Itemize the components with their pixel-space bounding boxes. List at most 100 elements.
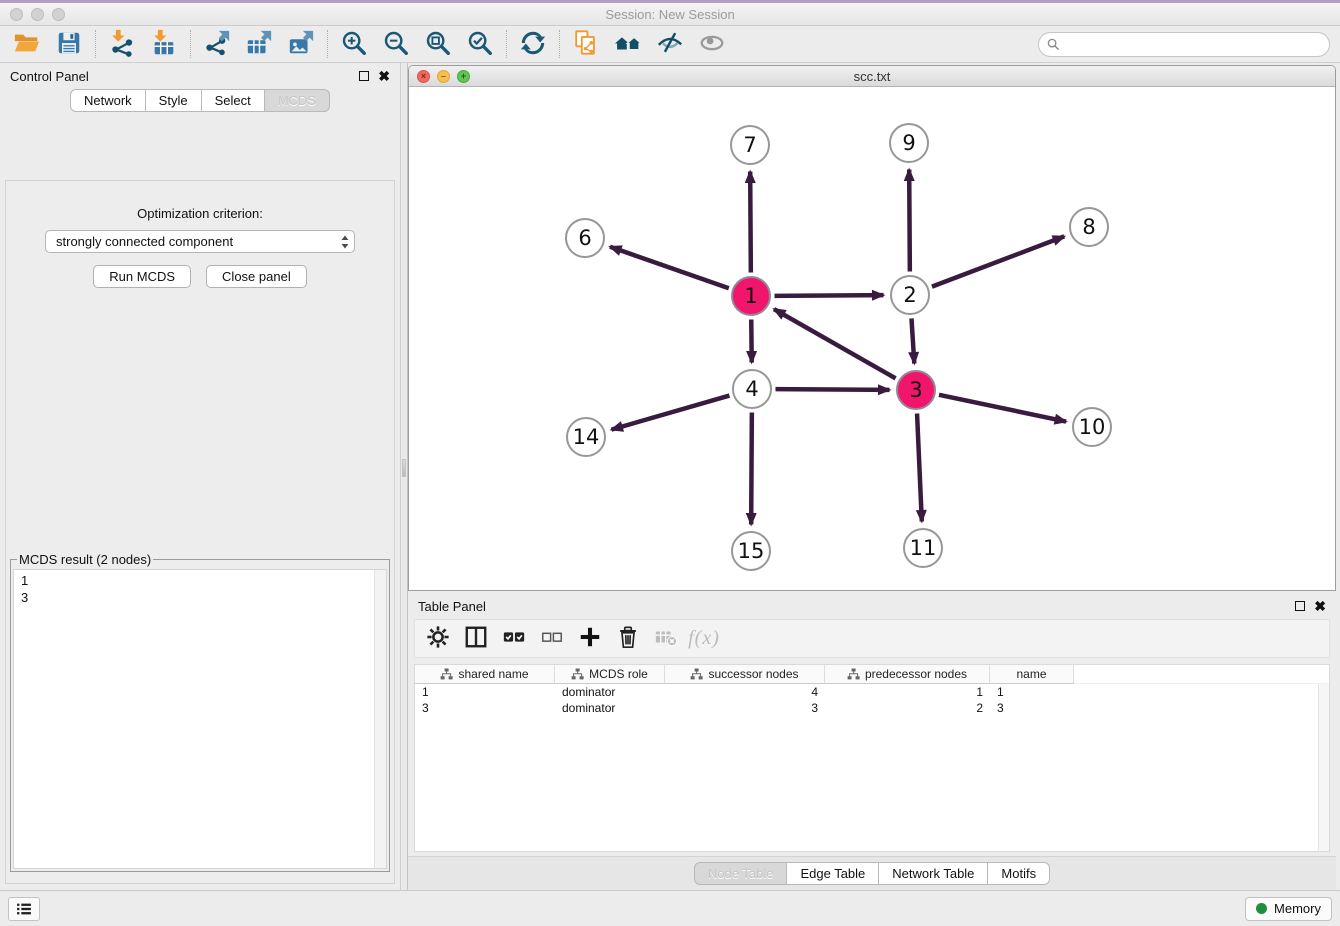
graph-edge-2-9[interactable] <box>909 169 910 271</box>
table-cell[interactable]: 3 <box>665 701 825 715</box>
table-cell[interactable]: 1 <box>990 685 1074 699</box>
zoom-fit-button[interactable] <box>417 28 459 60</box>
export-network-button[interactable] <box>196 28 238 60</box>
float-panel-icon[interactable] <box>359 71 369 81</box>
minimize-network-button[interactable]: – <box>437 70 450 83</box>
task-history-button[interactable] <box>8 897 40 921</box>
tab-network[interactable]: Network <box>70 89 146 112</box>
zoom-in-button[interactable] <box>333 28 375 60</box>
export-table-button[interactable] <box>238 28 280 60</box>
columns-button[interactable] <box>461 624 491 654</box>
maximize-network-button[interactable]: + <box>457 70 470 83</box>
refresh-button[interactable] <box>512 28 554 60</box>
show-all-button[interactable] <box>691 28 733 60</box>
table-tab-node-table[interactable]: Node Table <box>694 862 788 885</box>
graph-node-6[interactable]: 6 <box>565 218 605 258</box>
first-neighbors-button[interactable] <box>607 28 649 60</box>
graph-node-1[interactable]: 1 <box>731 276 771 316</box>
column-header-predecessor-nodes[interactable]: predecessor nodes <box>825 665 990 684</box>
table-row[interactable]: 1dominator411 <box>415 684 1329 700</box>
graph-edge-3-10[interactable] <box>939 395 1066 422</box>
graph-node-11[interactable]: 11 <box>903 528 943 568</box>
table-cell[interactable]: 2 <box>825 701 990 715</box>
toolbar-separator <box>327 30 328 58</box>
optimization-select[interactable]: strongly connected component <box>45 230 355 253</box>
column-header-shared-name[interactable]: shared name <box>415 665 555 684</box>
graph-node-9[interactable]: 9 <box>889 123 929 163</box>
table-cell[interactable]: 1 <box>415 685 555 699</box>
close-table-panel-icon[interactable]: ✖ <box>1314 599 1326 613</box>
float-table-panel-icon[interactable] <box>1295 601 1305 611</box>
table-tab-motifs[interactable]: Motifs <box>988 862 1050 885</box>
run-mcds-button[interactable]: Run MCDS <box>93 265 191 288</box>
gear-button[interactable] <box>423 624 453 654</box>
minimize-window-button[interactable] <box>31 8 44 21</box>
graph-edge-4-15[interactable] <box>751 412 752 524</box>
table-cell[interactable]: 4 <box>665 685 825 699</box>
close-panel-icon[interactable]: ✖ <box>378 69 390 83</box>
tab-mcds[interactable]: MCDS <box>265 89 330 112</box>
graph-node-2[interactable]: 2 <box>890 275 930 315</box>
deselect-checks-button[interactable] <box>537 624 567 654</box>
memory-button[interactable]: Memory <box>1245 897 1332 921</box>
zoom-out-button[interactable] <box>375 28 417 60</box>
memory-status-icon <box>1256 903 1267 914</box>
tab-style[interactable]: Style <box>146 89 202 112</box>
trash-button[interactable] <box>613 624 643 654</box>
graph-node-10[interactable]: 10 <box>1072 407 1112 447</box>
add-column-button[interactable] <box>575 624 605 654</box>
graph-edge-3-11[interactable] <box>917 413 922 521</box>
copy-view-button[interactable] <box>565 28 607 60</box>
table-cell[interactable]: dominator <box>555 685 665 699</box>
splitter-grip[interactable] <box>402 459 406 477</box>
table-cell[interactable]: dominator <box>555 701 665 715</box>
toolbar-separator <box>506 30 507 58</box>
export-image-button[interactable] <box>280 28 322 60</box>
network-window-controls[interactable]: × – + <box>417 70 470 83</box>
import-network-button[interactable] <box>101 28 143 60</box>
network-canvas[interactable]: 7 9 6 8 1 2 4 3 14 10 15 11 <box>409 87 1335 590</box>
graph-edge-3-1[interactable] <box>774 309 896 378</box>
import-table-button[interactable] <box>143 28 185 60</box>
window-controls[interactable] <box>10 8 65 21</box>
tab-select[interactable]: Select <box>202 89 265 112</box>
graph-edge-1-7[interactable] <box>750 171 751 272</box>
graph-node-7[interactable]: 7 <box>730 125 770 165</box>
table-row[interactable]: 3dominator323 <box>415 700 1329 716</box>
graph-node-4[interactable]: 4 <box>732 369 772 409</box>
open-folder-button[interactable] <box>6 28 48 60</box>
close-network-button[interactable]: × <box>417 70 430 83</box>
close-panel-button[interactable]: Close panel <box>206 265 307 288</box>
result-scrollbar[interactable] <box>374 570 386 868</box>
table-tab-network-table[interactable]: Network Table <box>879 862 988 885</box>
table-tab-edge-table[interactable]: Edge Table <box>787 862 879 885</box>
select-all-checks-button[interactable] <box>499 624 529 654</box>
search-input[interactable] <box>1065 36 1321 53</box>
graph-edge-2-3[interactable] <box>911 318 914 363</box>
save-button[interactable] <box>48 28 90 60</box>
graph-edge-2-8[interactable] <box>932 236 1064 286</box>
table-cell[interactable]: 3 <box>415 701 555 715</box>
graph-node-14[interactable]: 14 <box>566 417 606 457</box>
column-header-mcds-role[interactable]: MCDS role <box>555 665 665 684</box>
graph-edge-1-2[interactable] <box>774 295 883 296</box>
graph-node-15[interactable]: 15 <box>731 531 771 571</box>
graph-node-3[interactable]: 3 <box>896 370 936 410</box>
graph-node-8[interactable]: 8 <box>1069 207 1109 247</box>
graph-edge-4-3[interactable] <box>775 389 889 390</box>
graph-edge-1-6[interactable] <box>610 247 729 289</box>
zoom-window-button[interactable] <box>52 8 65 21</box>
table-scrollbar[interactable] <box>1318 684 1329 851</box>
graph-edge-4-14[interactable] <box>611 396 729 430</box>
close-window-button[interactable] <box>10 8 23 21</box>
column-header-successor-nodes[interactable]: successor nodes <box>665 665 825 684</box>
search-box[interactable] <box>1038 32 1330 57</box>
column-header-name[interactable]: name <box>990 665 1074 684</box>
panel-splitter[interactable] <box>400 63 408 890</box>
hide-selected-button[interactable] <box>649 28 691 60</box>
table-cell[interactable]: 1 <box>825 685 990 699</box>
mcds-result-list[interactable]: 13 <box>13 569 387 869</box>
import-network-icon <box>108 29 136 60</box>
zoom-selected-button[interactable] <box>459 28 501 60</box>
table-cell[interactable]: 3 <box>990 701 1074 715</box>
